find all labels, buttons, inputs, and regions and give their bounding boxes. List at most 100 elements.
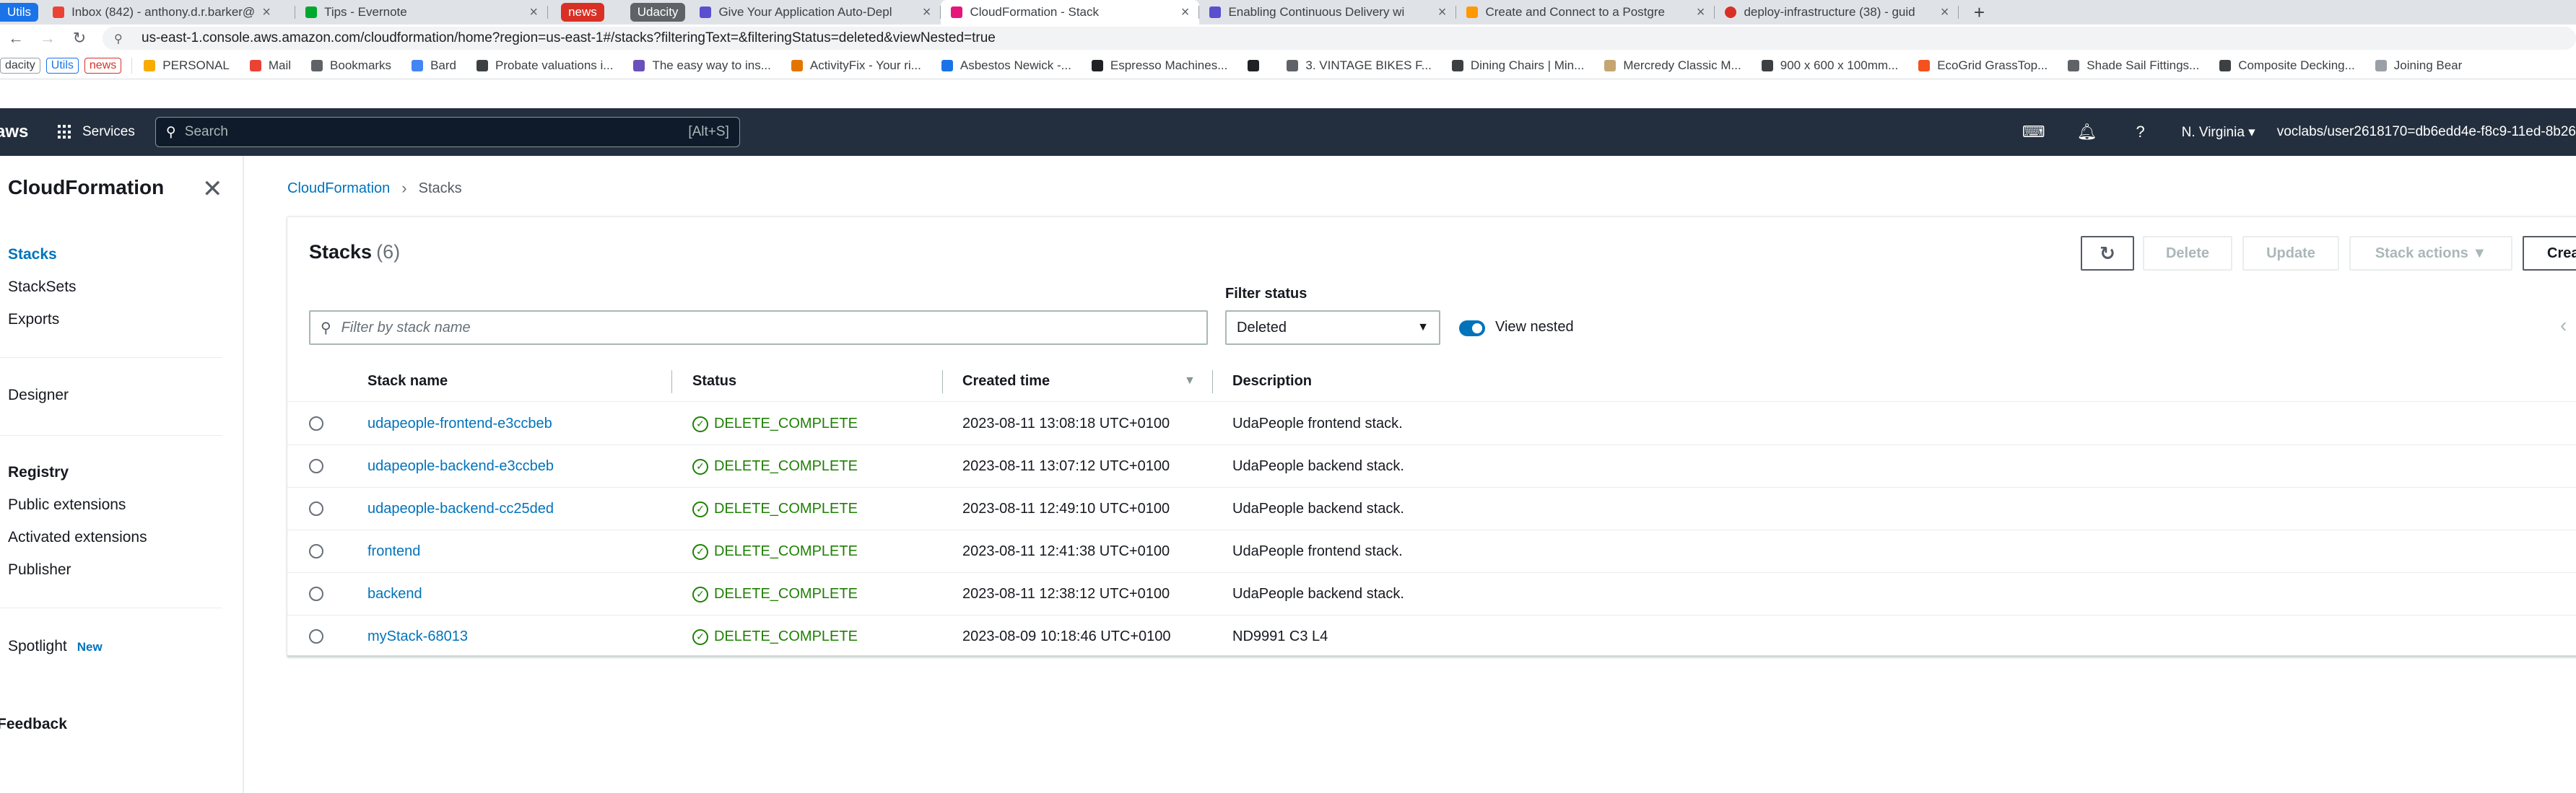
bookmark-item[interactable]: Asbestos Newick -... [941,58,1071,73]
sidenav-item-spotlight[interactable]: Spotlight New [8,638,103,655]
notifications-icon[interactable]: 🔔︎ [2061,123,2114,141]
stack-name-link[interactable]: frontend [367,543,420,560]
chevron-left-icon[interactable]: ‹ [2560,314,2567,337]
tab-group-udacity[interactable]: Udacity [630,3,686,22]
close-icon[interactable]: × [262,4,271,21]
services-menu[interactable]: Services [58,124,135,140]
sidenav-item-designer[interactable]: Designer [8,387,69,404]
help-icon[interactable]: ? [2114,123,2167,141]
bookmark-item[interactable]: Bard [412,58,456,73]
aws-search-input[interactable]: ⚲ Search [Alt+S] [155,117,740,147]
bookmark-group-udacity[interactable]: dacity [0,57,40,74]
row-select-radio[interactable] [309,501,323,516]
sidenav-title[interactable]: CloudFormation [8,176,164,199]
sort-descending-icon[interactable]: ▼ [1184,374,1196,387]
breadcrumb-cloudformation[interactable]: CloudFormation [287,180,390,197]
refresh-button[interactable]: ↻ [2081,236,2134,271]
bookmark-item[interactable]: Shade Sail Fittings... [2068,58,2199,73]
filter-status-select[interactable]: Deleted ▼ [1225,310,1440,345]
column-resizer[interactable] [942,370,943,393]
table-row[interactable]: backend ✓ DELETE_COMPLETE 2023-08-11 12:38:… [287,573,2576,615]
browser-tab-postgres[interactable]: Create and Connect to a Postgre × [1456,0,1715,25]
row-select-radio[interactable] [309,587,323,601]
table-row[interactable]: myStack-68013 ✓ DELETE_COMPLETE 2023-08-09 … [287,615,2576,658]
table-row[interactable]: frontend ✓ DELETE_COMPLETE 2023-08-11 12:41… [287,530,2576,573]
back-icon[interactable]: ← [0,29,32,48]
browser-tab-udacity-1[interactable]: Give Your Application Auto-Depl × [689,0,941,25]
url-bar[interactable]: ⚲ us-east-1.console.aws.amazon.com/cloud… [103,27,2576,50]
sidenav-item-publisher[interactable]: Publisher [8,561,71,579]
stack-actions-button[interactable]: Stack actions ▼ [2349,236,2512,271]
bookmark-item[interactable]: Espresso Machines... [1091,58,1227,73]
bookmark-group-news[interactable]: news [84,57,122,74]
view-nested-toggle[interactable] [1459,320,1485,336]
tab-group-utils[interactable]: Utils [0,3,39,22]
feedback-link[interactable]: Feedback [0,716,67,733]
cloudshell-icon[interactable]: ⌨ [2007,123,2061,141]
sidenav-item-stacksets[interactable]: StackSets [8,279,77,296]
stack-name-search-input[interactable]: ⚲ Filter by stack name [309,310,1208,345]
table-row[interactable]: udapeople-backend-e3ccbeb ✓ DELETE_COMPLET… [287,445,2576,488]
close-icon[interactable]: ✕ [202,175,223,203]
stack-name-link[interactable]: myStack-68013 [367,628,468,645]
site-info-icon[interactable]: ⚲ [114,32,127,45]
sidenav-item-activated-extensions[interactable]: Activated extensions [8,529,147,546]
bookmark-item[interactable]: The easy way to ins... [633,58,771,73]
forward-icon[interactable]: → [32,29,64,48]
row-select-radio[interactable] [309,629,323,644]
table-row[interactable]: udapeople-frontend-e3ccbeb ✓ DELETE_COMPLE… [287,403,2576,445]
close-icon[interactable]: × [1941,4,1949,21]
row-select-radio[interactable] [309,416,323,431]
close-icon[interactable]: × [1438,4,1447,21]
close-icon[interactable]: × [1181,4,1190,21]
stack-name-link[interactable]: udapeople-frontend-e3ccbeb [367,416,552,432]
browser-tab-cloudformation[interactable]: CloudFormation - Stack × [941,0,1200,25]
column-status[interactable]: Status [692,373,736,390]
new-tab-button[interactable]: + [1966,1,1992,24]
bookmark-item[interactable]: Probate valuations i... [476,58,613,73]
sidenav-item-public-extensions[interactable]: Public extensions [8,496,126,514]
browser-tab-gmail[interactable]: Inbox (842) - anthony.d.r.barker@ × [43,0,296,25]
create-stack-button[interactable]: Crea [2523,236,2576,271]
sidenav-item-stacks[interactable]: Stacks [8,246,57,263]
bookmark-group-utils[interactable]: Utils [45,57,79,74]
bookmark-item[interactable]: Mercredy Classic M... [1604,58,1741,73]
column-stack-name[interactable]: Stack name [367,373,448,390]
bookmark-item[interactable]: Mail [249,58,291,73]
close-icon[interactable]: × [923,4,931,21]
bookmark-item[interactable]: Bookmarks [311,58,391,73]
aws-logo[interactable]: aws [0,122,46,142]
column-created-time[interactable]: Created time [962,373,1050,390]
bookmark-item[interactable]: 3. VINTAGE BIKES F... [1287,58,1432,73]
bookmark-item[interactable]: Composite Decking... [2219,58,2355,73]
stack-name-link[interactable]: udapeople-backend-e3ccbeb [367,458,554,475]
table-row[interactable]: udapeople-backend-cc25ded ✓ DELETE_COMPLET… [287,488,2576,530]
bookmark-item[interactable]: PERSONAL [144,58,230,73]
bookmark-item[interactable]: Dining Chairs | Min... [1451,58,1584,73]
delete-button[interactable]: Delete [2143,236,2232,271]
row-select-radio[interactable] [309,459,323,473]
services-label: Services [82,124,135,139]
reload-icon[interactable]: ↻ [64,29,95,48]
bookmark-item[interactable]: 900 x 600 x 100mm... [1761,58,1898,73]
browser-tab-udacity-2[interactable]: Enabling Continuous Delivery wi × [1199,0,1457,25]
bookmark-item[interactable]: ActivityFix - Your ri... [791,58,921,73]
column-resizer[interactable] [1212,370,1213,393]
bookmark-item[interactable] [1248,59,1266,71]
stack-name-link[interactable]: udapeople-backend-cc25ded [367,501,554,517]
tab-group-news[interactable]: news [561,3,604,22]
account-menu[interactable]: voclabs/user2618170=db6edd4e-f8c9-11ed-8… [2277,124,2576,140]
stack-name-link[interactable]: backend [367,586,422,603]
region-selector[interactable]: N. Virginia ▾ [2182,124,2255,141]
row-select-radio[interactable] [309,544,323,558]
bookmark-item[interactable]: Joining Bear [2375,58,2462,73]
column-description[interactable]: Description [1232,373,1312,390]
update-button[interactable]: Update [2242,236,2339,271]
bookmark-item[interactable]: EcoGrid GrassTop... [1918,58,2048,73]
close-icon[interactable]: × [529,4,538,21]
close-icon[interactable]: × [1697,4,1705,21]
browser-tab-evernote[interactable]: Tips - Evernote × [295,0,549,25]
browser-tab-circleci[interactable]: deploy-infrastructure (38) - guid × [1715,0,1959,25]
sidenav-item-exports[interactable]: Exports [8,311,59,328]
column-resizer[interactable] [671,370,672,393]
